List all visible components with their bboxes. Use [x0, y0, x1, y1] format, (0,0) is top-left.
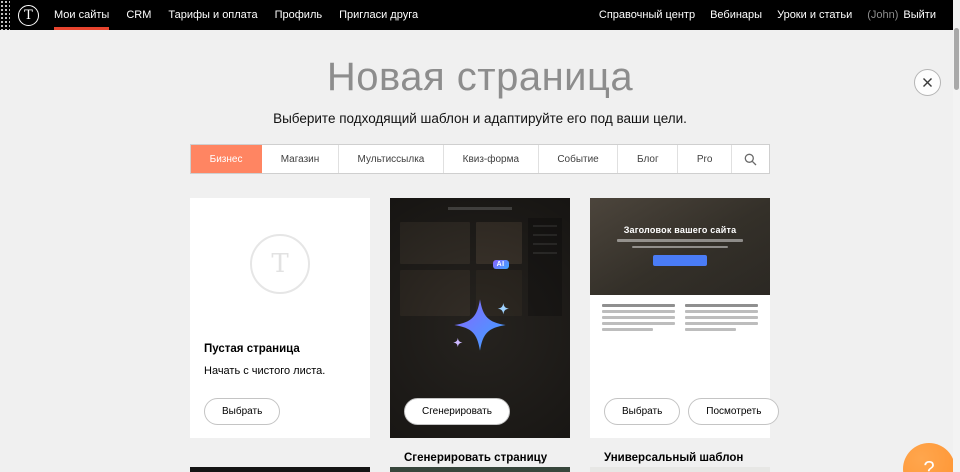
card-universal-template[interactable]: Заголовок вашего сайта [590, 198, 770, 438]
tilda-watermark-letter: T [271, 249, 288, 279]
placeholder-line [602, 328, 653, 331]
close-icon [922, 77, 933, 88]
choose-template-button[interactable]: Выбрать [604, 398, 680, 425]
placeholder-line [602, 322, 675, 325]
page-subtitle: Выберите подходящий шаблон и адаптируйте… [0, 111, 960, 128]
placeholder-line [685, 310, 758, 313]
template-hero-button [653, 255, 707, 266]
tilda-logo-letter: T [24, 8, 33, 23]
scrollbar[interactable] [953, 0, 960, 472]
help-button[interactable]: ? [903, 443, 955, 472]
card-actions: Выбрать Посмотреть [604, 398, 779, 425]
placeholder-line [685, 304, 758, 307]
logout-link[interactable]: Выйти [903, 9, 936, 21]
card-title: Универсальный шаблон [604, 452, 756, 464]
tab-search[interactable] [732, 145, 769, 173]
search-icon [744, 153, 757, 166]
nav-my-sites[interactable]: Мои сайты [54, 0, 109, 30]
placeholder-line [685, 328, 736, 331]
tab-event[interactable]: Событие [539, 145, 619, 173]
placeholder-line [602, 304, 675, 307]
nav-help-center[interactable]: Справочный центр [599, 9, 695, 21]
placeholder-line [685, 322, 758, 325]
close-button[interactable] [914, 69, 941, 96]
user-name: (John) [867, 9, 898, 21]
tab-multilink[interactable]: Мультиссылка [339, 145, 444, 173]
choose-blank-button[interactable]: Выбрать [204, 398, 280, 425]
nav-crm[interactable]: CRM [126, 0, 151, 30]
placeholder-line [632, 246, 728, 249]
tab-pro[interactable]: Pro [678, 145, 732, 173]
card-description: Начать с чистого листа. [204, 364, 356, 379]
blank-preview-wrap: T [190, 198, 370, 329]
text-placeholder-column [602, 304, 675, 334]
scrollbar-thumb[interactable] [954, 28, 959, 90]
new-page-screen: Новая страница Выберите подходящий шабло… [0, 55, 960, 472]
nav-invite-friend[interactable]: Пригласи друга [339, 0, 418, 30]
nav-lessons-articles[interactable]: Уроки и статьи [777, 9, 852, 21]
secondary-nav: Справочный центр Вебинары Уроки и статьи… [599, 9, 936, 21]
card-blank-page-body: Пустая страница Начать с чистого листа. [190, 329, 370, 379]
tab-blog[interactable]: Блог [618, 145, 678, 173]
tab-business[interactable]: Бизнес [191, 145, 262, 173]
template-text-section [590, 295, 770, 334]
tilda-logo[interactable]: T [18, 5, 39, 26]
card-title: Сгенерировать страницу [404, 452, 556, 464]
card-template-body: Универсальный шаблон Универсальная стран… [590, 438, 770, 472]
nav-webinars[interactable]: Вебинары [710, 9, 762, 21]
card-title: Пустая страница [204, 343, 356, 355]
placeholder-line [602, 310, 675, 313]
preview-template-button[interactable]: Посмотреть [688, 398, 779, 425]
main-nav: Мои сайты CRM Тарифы и оплата Профиль Пр… [54, 0, 418, 30]
nav-plans-payment[interactable]: Тарифы и оплата [168, 0, 257, 30]
ai-badge: AI [493, 260, 509, 269]
tab-quiz-form[interactable]: Квиз-форма [444, 145, 539, 173]
tilda-watermark-icon: T [250, 234, 310, 294]
card-actions: Сгенерировать [404, 398, 510, 425]
template-category-tabs: Бизнес Магазин Мультиссылка Квиз-форма С… [190, 144, 770, 174]
card-ai-generate[interactable]: AI Сгенерировать страницу Создать страни… [390, 198, 570, 438]
card-blank-page[interactable]: T Пустая страница Начать с чистого листа… [190, 198, 370, 438]
template-hero: Заголовок вашего сайта [590, 198, 770, 295]
page-title: Новая страница [0, 55, 960, 99]
help-button-label: ? [923, 458, 934, 472]
template-hero-heading: Заголовок вашего сайта [590, 198, 770, 235]
card-partial[interactable] [190, 467, 370, 472]
placeholder-line [617, 239, 743, 242]
nav-profile[interactable]: Профиль [275, 0, 323, 30]
card-blank-page-preview: T [190, 198, 370, 329]
generate-button[interactable]: Сгенерировать [404, 398, 510, 425]
template-cards-grid: T Пустая страница Начать с чистого листа… [190, 198, 770, 438]
edge-texture [0, 0, 10, 30]
placeholder-line [602, 316, 675, 319]
ai-sparkle-icon [445, 290, 515, 360]
card-actions: Выбрать [204, 398, 280, 425]
placeholder-line [685, 316, 758, 319]
text-placeholder-column [685, 304, 758, 334]
card-ai-body: Сгенерировать страницу Создать страницу … [390, 438, 570, 472]
top-navigation-bar: T Мои сайты CRM Тарифы и оплата Профиль … [0, 0, 960, 30]
tab-shop[interactable]: Магазин [262, 145, 339, 173]
